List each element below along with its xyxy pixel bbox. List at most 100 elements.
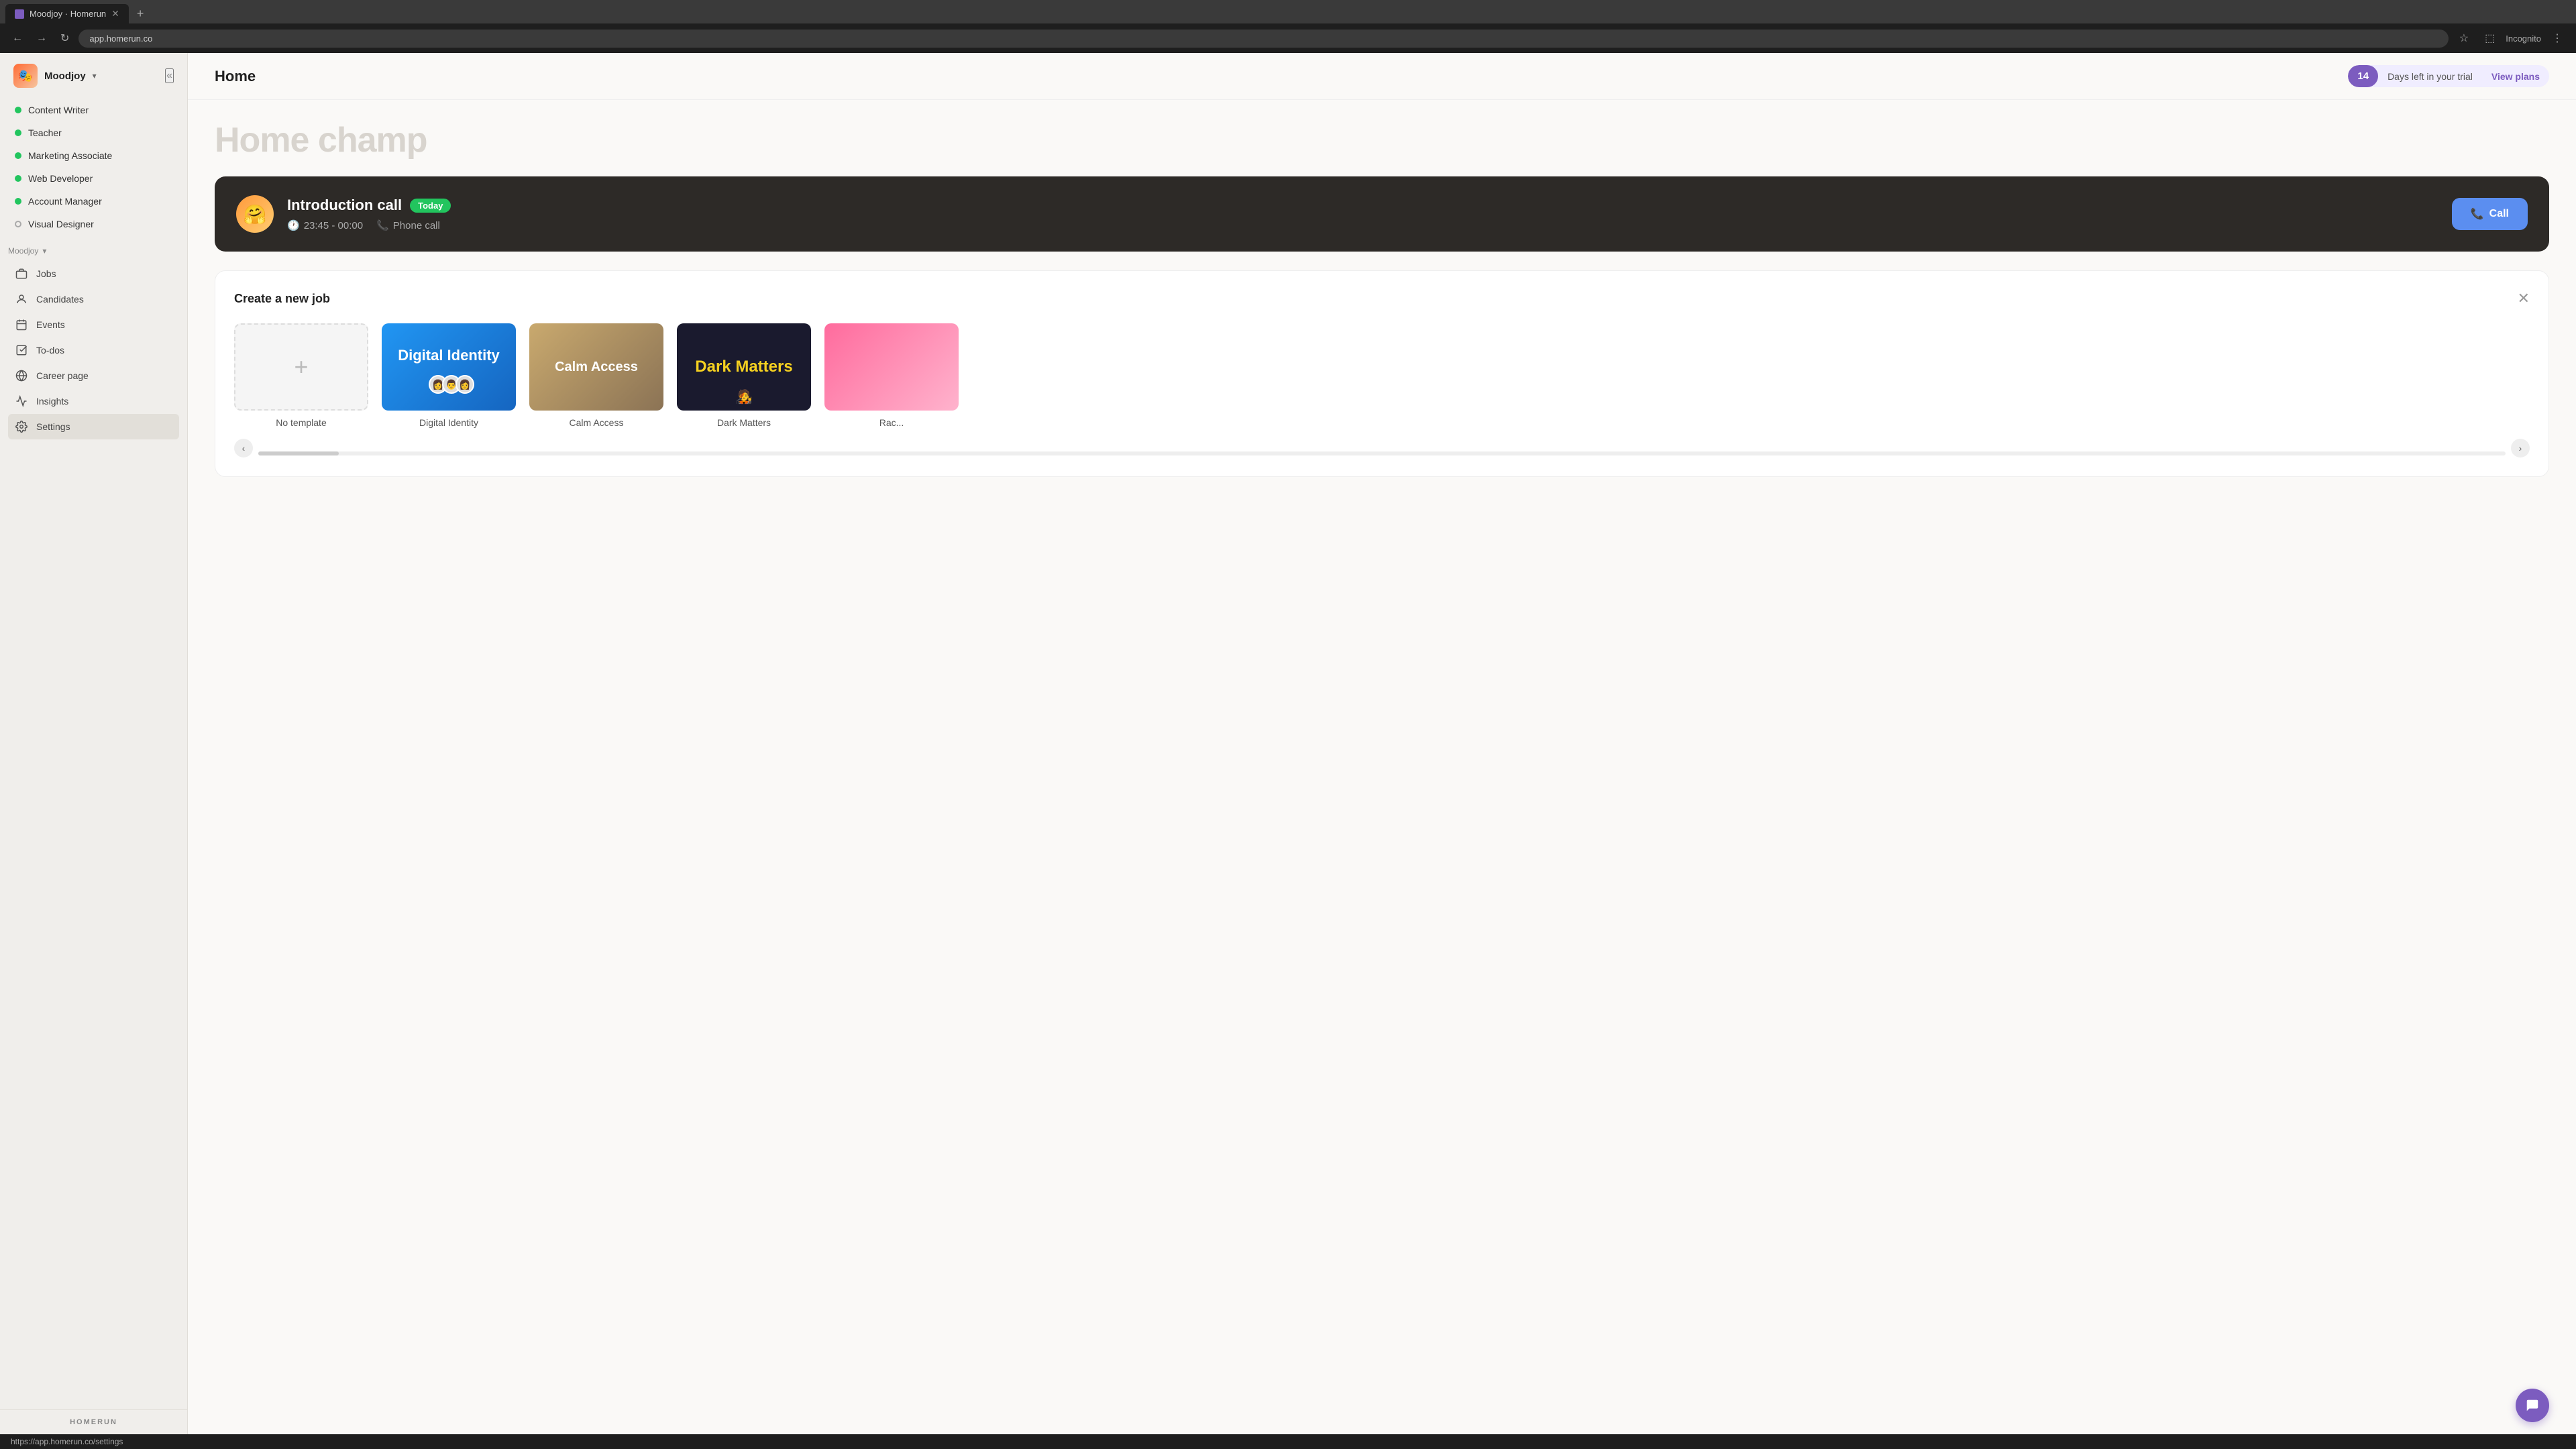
sidebar-collapse-button[interactable]: « bbox=[165, 68, 174, 83]
url-display: app.homerun.co bbox=[89, 34, 152, 44]
sidebar-item-jobs[interactable]: Jobs bbox=[8, 261, 179, 286]
bookmark-button[interactable]: ☆ bbox=[2454, 29, 2474, 48]
trial-badge: 14 Days left in your trial View plans bbox=[2348, 65, 2549, 87]
template-scroll-controls: ‹ › bbox=[234, 439, 2530, 458]
template-no-template[interactable]: + No template bbox=[234, 323, 368, 428]
back-button[interactable]: ← bbox=[8, 30, 27, 47]
ghost-title: Home champ bbox=[215, 120, 2549, 160]
sidebar-item-insights[interactable]: Insights bbox=[8, 388, 179, 414]
job-item-teacher[interactable]: Teacher bbox=[8, 121, 179, 144]
calm-access-thumb: Calm Access bbox=[529, 323, 663, 411]
job-name: Marketing Associate bbox=[28, 150, 112, 161]
scroll-left-button[interactable]: ‹ bbox=[234, 439, 253, 458]
template-calm-access[interactable]: Calm Access Calm Access bbox=[529, 323, 663, 428]
person-icon bbox=[15, 292, 28, 306]
status-url: https://app.homerun.co/settings bbox=[11, 1437, 123, 1446]
topbar: Home 14 Days left in your trial View pla… bbox=[188, 53, 2576, 100]
browser-tabs: Moodjoy · Homerun ✕ + bbox=[0, 0, 2576, 23]
job-name: Teacher bbox=[28, 127, 62, 138]
plus-icon: + bbox=[294, 353, 308, 381]
homerun-logo: HOMERUN bbox=[0, 1409, 187, 1434]
job-item-content-writer[interactable]: Content Writer bbox=[8, 99, 179, 121]
intro-time: 🕐 23:45 - 00:00 bbox=[287, 219, 363, 231]
new-tab-button[interactable]: + bbox=[131, 7, 150, 21]
template-label: Digital Identity bbox=[382, 417, 516, 428]
main-content: Home champ 🤗 Introduction call Today 🕐 2… bbox=[188, 100, 2576, 1434]
digital-identity-thumb: Digital Identity 👩 👨 👩 bbox=[382, 323, 516, 411]
intro-call-card: 🤗 Introduction call Today 🕐 23:45 - 00:0… bbox=[215, 176, 2549, 252]
template-rac[interactable]: Rac... bbox=[824, 323, 959, 428]
job-list: Content Writer Teacher Marketing Associa… bbox=[0, 99, 187, 235]
intro-avatar: 🤗 bbox=[236, 195, 274, 233]
job-status-dot bbox=[15, 129, 21, 136]
scroll-right-button[interactable]: › bbox=[2511, 439, 2530, 458]
tab-close-button[interactable]: ✕ bbox=[111, 8, 119, 19]
page-title: Home bbox=[215, 68, 256, 85]
trial-text: Days left in your trial bbox=[2378, 66, 2482, 87]
forward-button[interactable]: → bbox=[32, 30, 51, 47]
scrollbar-thumb[interactable] bbox=[258, 451, 339, 455]
job-status-dot bbox=[15, 198, 21, 205]
calm-access-text: Calm Access bbox=[548, 352, 645, 382]
todos-nav-label: To-dos bbox=[36, 345, 64, 356]
dark-matters-icon: 🧑‍🎤 bbox=[677, 388, 811, 405]
digital-identity-faces: 👩 👨 👩 bbox=[429, 375, 469, 394]
status-bar: https://app.homerun.co/settings bbox=[0, 1434, 2576, 1449]
job-status-dot bbox=[15, 221, 21, 227]
dark-matters-thumb: Dark Matters 🧑‍🎤 bbox=[677, 323, 811, 411]
intro-details: 🕐 23:45 - 00:00 📞 Phone call bbox=[287, 219, 2438, 231]
sidebar-item-settings[interactable]: Settings bbox=[8, 414, 179, 439]
chart-icon bbox=[15, 394, 28, 408]
today-badge: Today bbox=[410, 199, 451, 213]
sidebar-item-candidates[interactable]: Candidates bbox=[8, 286, 179, 312]
sidebar: 🎭 Moodjoy ▾ « Content Writer Teacher Mar… bbox=[0, 53, 188, 1434]
tab-title: Moodjoy · Homerun bbox=[30, 9, 106, 19]
jobs-nav-label: Jobs bbox=[36, 268, 56, 279]
job-item-marketing-associate[interactable]: Marketing Associate bbox=[8, 144, 179, 167]
call-button[interactable]: 📞 Call bbox=[2452, 198, 2528, 230]
template-label: Rac... bbox=[824, 417, 959, 428]
create-job-card: Create a new job ✕ + No template bbox=[215, 270, 2549, 477]
main-area: Home 14 Days left in your trial View pla… bbox=[188, 53, 2576, 1434]
menu-button[interactable]: ⋮ bbox=[2546, 29, 2568, 48]
events-nav-label: Events bbox=[36, 319, 65, 330]
sidebar-scroll: Content Writer Teacher Marketing Associa… bbox=[0, 99, 187, 1409]
job-item-web-developer[interactable]: Web Developer bbox=[8, 167, 179, 190]
nav-items: Jobs Candidates Events bbox=[0, 258, 187, 442]
view-plans-link[interactable]: View plans bbox=[2482, 66, 2549, 87]
call-icon: 📞 bbox=[2471, 207, 2484, 221]
job-item-account-manager[interactable]: Account Manager bbox=[8, 190, 179, 213]
sidebar-item-events[interactable]: Events bbox=[8, 312, 179, 337]
templates-row: + No template Digital Identity 👩 👨 bbox=[234, 323, 2530, 428]
sidebar-section-label: Moodjoy ▾ bbox=[8, 246, 179, 256]
tab-favicon bbox=[15, 9, 24, 19]
address-bar[interactable]: app.homerun.co bbox=[78, 30, 2448, 48]
app-container: 🎭 Moodjoy ▾ « Content Writer Teacher Mar… bbox=[0, 53, 2576, 1434]
extension-button[interactable]: ⬚ bbox=[2479, 29, 2500, 48]
intro-info: Introduction call Today 🕐 23:45 - 00:00 … bbox=[287, 197, 2438, 231]
check-icon bbox=[15, 343, 28, 357]
sidebar-item-todos[interactable]: To-dos bbox=[8, 337, 179, 363]
company-selector[interactable]: 🎭 Moodjoy ▾ bbox=[13, 64, 97, 88]
job-status-dot bbox=[15, 152, 21, 159]
sidebar-item-career-page[interactable]: Career page bbox=[8, 363, 179, 388]
company-name-label: Moodjoy bbox=[44, 70, 86, 82]
close-create-job-button[interactable]: ✕ bbox=[2518, 290, 2530, 307]
reload-button[interactable]: ↻ bbox=[56, 29, 73, 48]
career-page-nav-label: Career page bbox=[36, 370, 89, 381]
candidates-nav-label: Candidates bbox=[36, 294, 84, 305]
gear-icon bbox=[15, 420, 28, 433]
active-tab[interactable]: Moodjoy · Homerun ✕ bbox=[5, 4, 129, 23]
sidebar-section: Moodjoy ▾ bbox=[0, 235, 187, 258]
chat-button[interactable] bbox=[2516, 1389, 2549, 1422]
intro-call-type: 📞 Phone call bbox=[376, 219, 440, 231]
browser-controls: ← → ↻ app.homerun.co ☆ ⬚ Incognito ⋮ bbox=[0, 23, 2576, 53]
template-digital-identity[interactable]: Digital Identity 👩 👨 👩 Digital Identity bbox=[382, 323, 516, 428]
company-logo: 🎭 bbox=[13, 64, 38, 88]
template-dark-matters[interactable]: Dark Matters 🧑‍🎤 Dark Matters bbox=[677, 323, 811, 428]
job-name: Web Developer bbox=[28, 173, 93, 184]
job-item-visual-designer[interactable]: Visual Designer bbox=[8, 213, 179, 235]
create-job-title: Create a new job bbox=[234, 292, 330, 306]
job-name: Account Manager bbox=[28, 196, 102, 207]
job-status-dot bbox=[15, 107, 21, 113]
